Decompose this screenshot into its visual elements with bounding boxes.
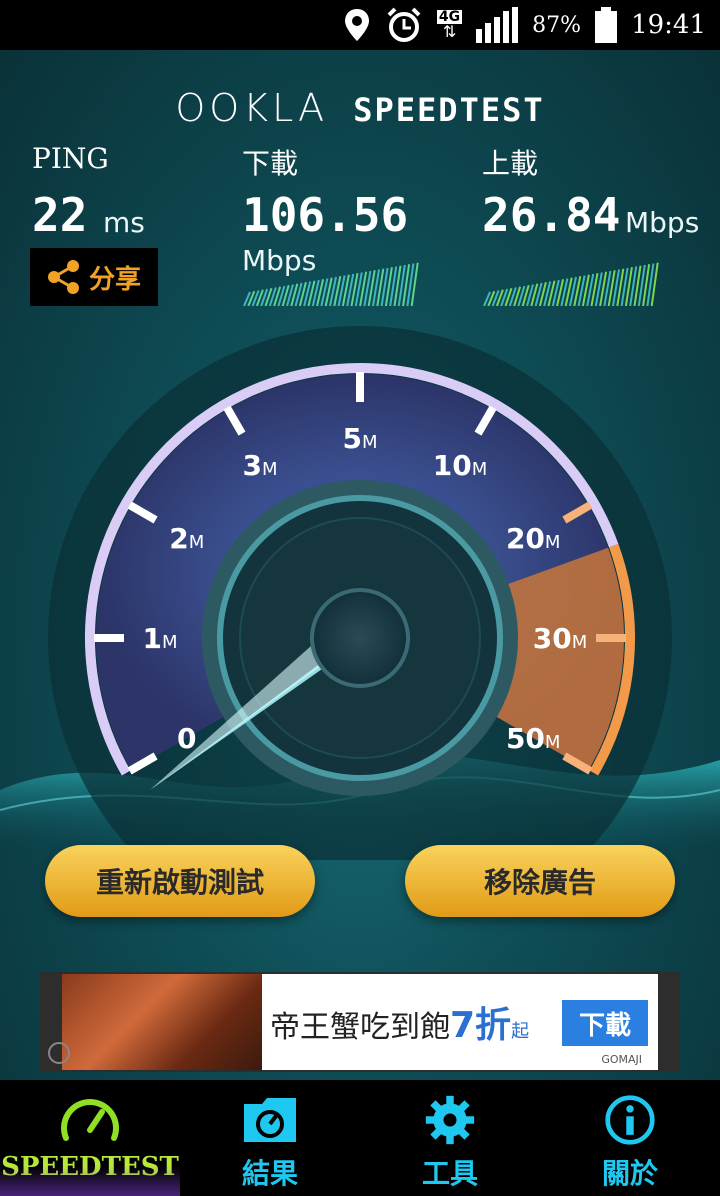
ping-unit: ms bbox=[103, 206, 145, 239]
data-arrows-icon: ⇅ bbox=[442, 22, 457, 41]
battery-percent: 87% bbox=[532, 12, 582, 38]
download-label: 下載 bbox=[242, 147, 299, 180]
share-icon bbox=[47, 260, 79, 294]
upload-value: 26.84 bbox=[482, 188, 621, 242]
battery-icon bbox=[595, 7, 618, 43]
share-button[interactable]: 分享 bbox=[30, 248, 158, 306]
ad-image bbox=[62, 974, 262, 1070]
nav-label-speedtest: SPEEDTEST bbox=[1, 1152, 179, 1182]
nav-results[interactable]: 結果 bbox=[180, 1080, 360, 1196]
ping-value: 22 bbox=[32, 188, 88, 242]
ping-label: PING bbox=[32, 142, 109, 175]
nav-speedtest[interactable]: SPEEDTEST bbox=[0, 1080, 180, 1196]
download-graph bbox=[243, 262, 419, 306]
ad-discount: 7折 bbox=[450, 1005, 512, 1046]
speedometer-icon bbox=[61, 1099, 119, 1141]
ad-discount-suffix: 起 bbox=[511, 1021, 530, 1042]
nav-about[interactable]: 關於 bbox=[540, 1080, 720, 1196]
results-folder-icon bbox=[244, 1098, 296, 1142]
clock: 19:41 bbox=[631, 10, 706, 40]
ad-banner[interactable]: 帝王蟹吃到飽7折起 下載 GOMAJI bbox=[40, 972, 680, 1072]
gear-icon bbox=[425, 1095, 475, 1145]
signal-icon bbox=[476, 7, 519, 43]
nav-label-tools: 工具 bbox=[421, 1157, 478, 1190]
upload-unit: Mbps bbox=[625, 206, 700, 239]
ad-download-button[interactable]: 下載 bbox=[562, 1000, 648, 1046]
upload-graph bbox=[483, 262, 659, 306]
share-label: 分享 bbox=[88, 264, 141, 295]
nav-tools[interactable]: 工具 bbox=[360, 1080, 540, 1196]
ad-headline: 帝王蟹吃到飽 bbox=[270, 1010, 450, 1045]
alarm-icon bbox=[387, 7, 421, 42]
brand-name: OOKLA bbox=[175, 86, 329, 130]
app-logo: OOKLA SPEEDTEST bbox=[0, 86, 720, 130]
speed-gauge: 01M2M3M5M10M20M30M50M bbox=[48, 326, 672, 860]
ad-content[interactable]: 帝王蟹吃到飽7折起 下載 GOMAJI bbox=[62, 974, 658, 1070]
ad-text: 帝王蟹吃到飽7折起 bbox=[270, 996, 529, 1048]
remove-ads-button[interactable]: 移除廣告 bbox=[405, 845, 675, 917]
status-bar: 4G ⇅ 87% 19:41 bbox=[0, 0, 720, 50]
info-icon bbox=[605, 1095, 655, 1145]
ad-info-icon[interactable] bbox=[48, 1042, 70, 1064]
nav-label-results: 結果 bbox=[241, 1157, 298, 1190]
upload-label: 上載 bbox=[482, 147, 539, 180]
download-value: 106.56 bbox=[242, 188, 409, 242]
bottom-nav: SPEEDTEST 結果 工具 關於 bbox=[0, 1080, 720, 1196]
ad-brand: GOMAJI bbox=[601, 1053, 642, 1066]
nav-label-about: 關於 bbox=[601, 1157, 658, 1190]
restart-test-button[interactable]: 重新啟動測試 bbox=[45, 845, 315, 917]
location-icon bbox=[344, 9, 369, 41]
speedtest-screen: OOKLA SPEEDTEST PING 22 ms 分享 下載 106.56 … bbox=[0, 50, 720, 1080]
gauge-tick-label: 0 bbox=[177, 722, 196, 755]
product-name: SPEEDTEST bbox=[353, 91, 545, 129]
